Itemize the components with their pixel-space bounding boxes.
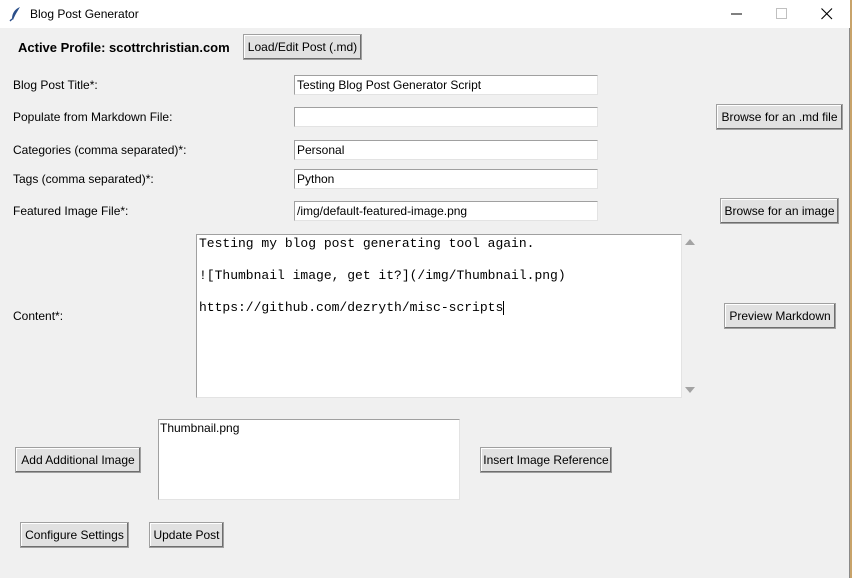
content-textarea[interactable]: Testing my blog post generating tool aga… xyxy=(196,234,682,398)
list-item[interactable]: Thumbnail.png xyxy=(160,421,458,435)
content-line: Testing my blog post generating tool aga… xyxy=(199,236,535,251)
categories-input[interactable]: Personal xyxy=(294,140,598,160)
title-input[interactable]: Testing Blog Post Generator Script xyxy=(294,75,598,95)
content-line xyxy=(199,284,679,300)
markdown-file-input[interactable] xyxy=(294,107,598,127)
close-icon xyxy=(821,8,833,20)
app-window: Blog Post Generator Active Profile: scot… xyxy=(0,0,850,578)
content-line xyxy=(199,252,679,268)
scroll-down-icon[interactable] xyxy=(685,387,695,393)
content-line-last: https://github.com/dezryth/misc-scripts xyxy=(199,300,679,316)
configure-settings-button[interactable]: Configure Settings xyxy=(20,522,129,548)
title-label: Blog Post Title*: xyxy=(13,78,98,92)
categories-label: Categories (comma separated)*: xyxy=(13,143,187,157)
content-label: Content*: xyxy=(13,309,64,323)
browse-md-button[interactable]: Browse for an .md file xyxy=(716,104,843,130)
content-line: https://github.com/dezryth/misc-scripts xyxy=(199,300,504,315)
image-listbox[interactable]: Thumbnail.png xyxy=(158,419,460,500)
update-post-button[interactable]: Update Post xyxy=(149,522,224,548)
title-bar[interactable]: Blog Post Generator xyxy=(0,0,850,28)
feather-icon xyxy=(9,6,23,22)
featured-image-input[interactable]: /img/default-featured-image.png xyxy=(294,201,598,221)
active-profile-label: Active Profile: scottrchristian.com xyxy=(18,40,230,55)
maximize-button[interactable] xyxy=(759,0,805,28)
content-line: ![Thumbnail image, get it?](/img/Thumbna… xyxy=(199,268,566,283)
tags-input[interactable]: Python xyxy=(294,169,598,189)
featured-image-label: Featured Image File*: xyxy=(13,204,129,218)
markdown-file-label: Populate from Markdown File: xyxy=(13,110,173,124)
close-button[interactable] xyxy=(804,0,850,28)
add-additional-image-button[interactable]: Add Additional Image xyxy=(15,447,141,473)
tags-label: Tags (comma separated)*: xyxy=(13,172,154,186)
scroll-up-icon[interactable] xyxy=(685,239,695,245)
window-title: Blog Post Generator xyxy=(30,7,139,21)
load-edit-post-button[interactable]: Load/Edit Post (.md) xyxy=(243,34,362,60)
browse-image-button[interactable]: Browse for an image xyxy=(720,198,839,224)
preview-markdown-button[interactable]: Preview Markdown xyxy=(724,303,836,329)
content-scrollbar[interactable] xyxy=(682,234,698,398)
insert-image-reference-button[interactable]: Insert Image Reference xyxy=(480,447,612,473)
text-caret xyxy=(503,300,505,315)
minimize-button[interactable] xyxy=(714,0,760,28)
minimize-icon xyxy=(731,13,742,15)
maximize-icon xyxy=(776,8,787,19)
